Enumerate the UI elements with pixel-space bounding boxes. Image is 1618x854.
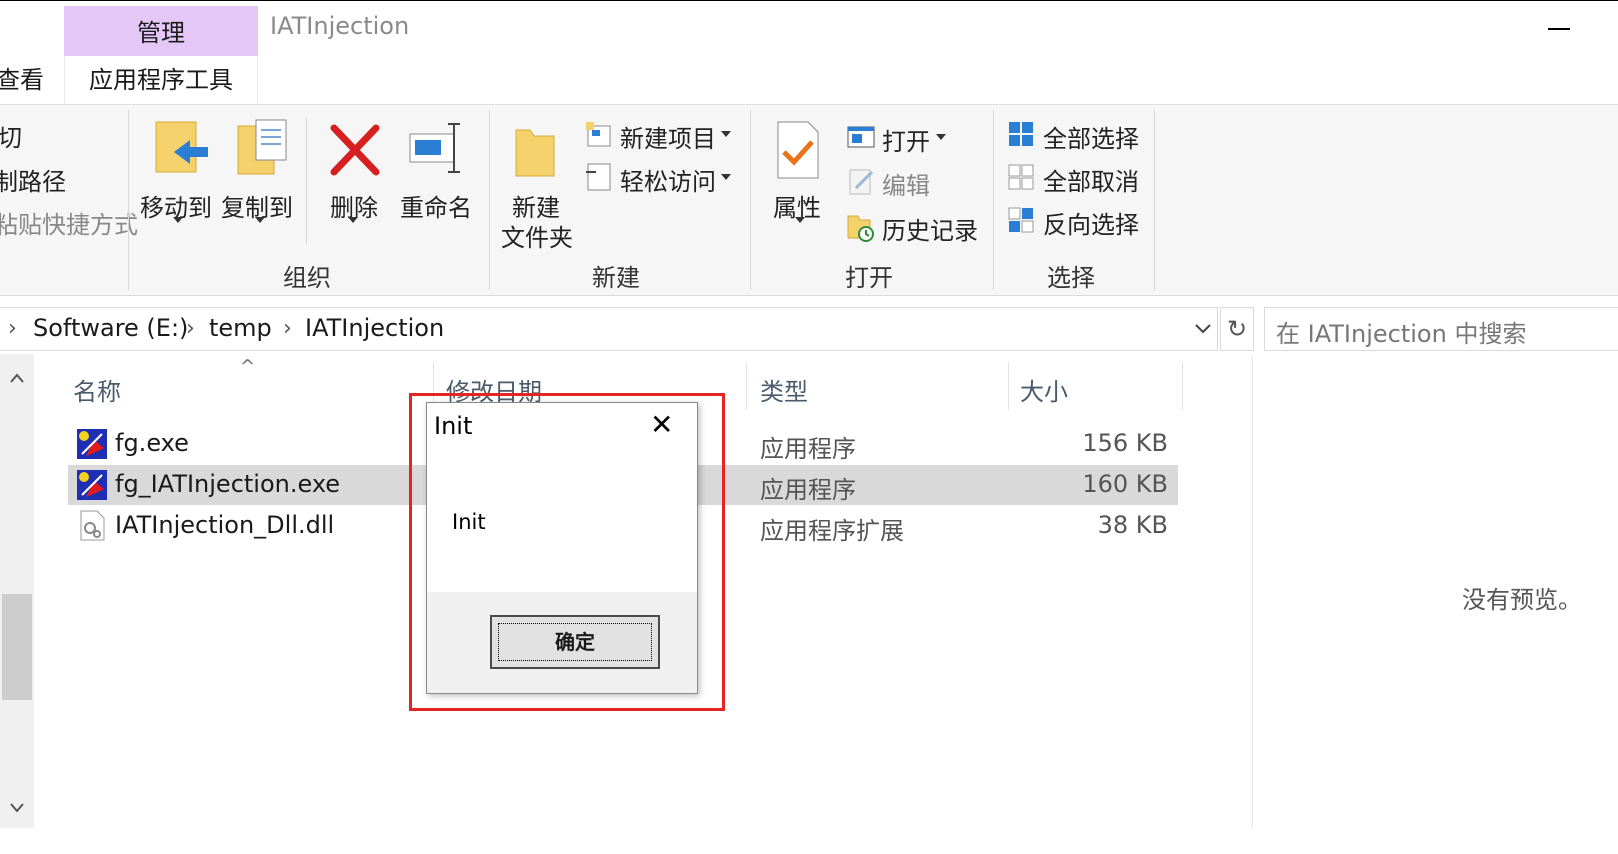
select-all-button[interactable]: 全部选择 (1043, 119, 1139, 154)
rename-button[interactable]: 重命名 (400, 188, 472, 223)
file-name: fg_IATInjection.exe (115, 470, 341, 498)
history-icon (847, 215, 874, 242)
ribbon-divider (489, 110, 490, 290)
file-type: 应用程序 (760, 476, 856, 504)
chevron-right-icon[interactable]: › (8, 316, 17, 341)
breadcrumb-temp[interactable]: temp (209, 314, 272, 342)
scroll-up-icon[interactable] (9, 372, 25, 384)
select-none-icon (1008, 164, 1034, 190)
nav-scrollbar-thumb[interactable] (2, 594, 32, 700)
copy-to-icon (237, 119, 287, 175)
nav-scrollbar[interactable] (0, 354, 34, 828)
paste-shortcut-button[interactable]: 粘贴快捷方式 (0, 205, 138, 240)
highlight-box (409, 393, 725, 711)
group-label-organize: 组织 (283, 264, 331, 292)
group-label-select: 选择 (1047, 264, 1095, 292)
chevron-down-icon (721, 174, 731, 180)
app-exe-icon (77, 429, 107, 459)
file-type: 应用程序扩展 (760, 517, 904, 545)
tab-view[interactable]: 查看 (0, 56, 44, 104)
file-size: 156 KB (1082, 429, 1168, 457)
new-item-button[interactable]: 新建项目 (620, 119, 716, 154)
open-button[interactable]: 打开 (882, 122, 930, 157)
select-none-button[interactable]: 全部取消 (1043, 162, 1139, 197)
column-header-type[interactable]: 类型 (760, 372, 808, 407)
scroll-down-icon[interactable] (9, 802, 25, 814)
rename-icon (409, 123, 460, 173)
delete-icon (330, 124, 380, 176)
minimize-button[interactable] (1548, 28, 1570, 30)
new-folder-label-2[interactable]: 文件夹 (501, 218, 573, 253)
file-size: 38 KB (1097, 511, 1168, 539)
sort-ascending-icon: ^ (240, 356, 256, 377)
chevron-down-icon (936, 134, 946, 140)
breadcrumb-drive[interactable]: Software (E:) (33, 314, 188, 342)
chevron-down-icon (348, 217, 358, 223)
dll-file-icon (80, 510, 105, 541)
ribbon-divider (750, 110, 751, 290)
refresh-button[interactable]: ↻ (1220, 307, 1254, 351)
select-all-icon (1009, 122, 1033, 146)
open-icon (847, 126, 875, 148)
column-header-name[interactable]: 名称 (73, 372, 121, 407)
file-type: 应用程序 (760, 435, 856, 463)
chevron-right-icon[interactable]: › (186, 316, 195, 341)
column-divider[interactable] (746, 362, 747, 410)
easy-access-button[interactable]: 轻松访问 (620, 162, 716, 197)
breadcrumb-current[interactable]: IATInjection (305, 314, 444, 342)
chevron-down-icon (255, 217, 265, 223)
tab-app-tools[interactable]: 应用程序工具 (64, 56, 258, 104)
move-to-icon (155, 121, 208, 173)
easy-access-icon (586, 163, 611, 191)
history-button[interactable]: 历史记录 (882, 211, 978, 246)
preview-pane-divider[interactable] (1252, 356, 1253, 828)
window-title: IATInjection (270, 12, 410, 40)
chevron-down-icon (795, 217, 805, 223)
chevron-down-icon (721, 131, 731, 137)
new-folder-icon (515, 129, 555, 177)
no-preview-text: 没有预览。 (1462, 586, 1582, 614)
chevron-down-icon (173, 217, 183, 223)
chevron-right-icon[interactable]: › (283, 316, 292, 341)
ribbon-divider (128, 110, 129, 290)
ribbon-divider (306, 118, 307, 244)
ribbon-divider (993, 110, 994, 290)
group-label-new: 新建 (592, 264, 640, 292)
app-exe-icon (77, 470, 107, 500)
file-name: IATInjection_Dll.dll (115, 511, 335, 539)
search-placeholder: 在 IATInjection 中搜索 (1276, 320, 1527, 348)
new-item-icon (586, 122, 611, 147)
window-top-border (0, 0, 1618, 1)
file-name: fg.exe (115, 429, 189, 457)
edit-icon (849, 169, 874, 195)
file-size: 160 KB (1082, 470, 1168, 498)
column-divider[interactable] (1182, 362, 1183, 410)
edit-button[interactable]: 编辑 (882, 166, 930, 201)
group-label-open: 打开 (845, 264, 893, 292)
column-divider[interactable] (1008, 362, 1009, 410)
copy-path-button[interactable]: 制路径 (0, 162, 66, 197)
invert-selection-icon (1008, 207, 1034, 233)
cut-button[interactable]: 切 (0, 118, 22, 153)
invert-selection-button[interactable]: 反向选择 (1043, 205, 1139, 240)
properties-icon (777, 121, 819, 179)
address-dropdown-icon[interactable] (1194, 322, 1212, 336)
ribbon-divider (1154, 110, 1155, 290)
context-tab-group-header: 管理 (64, 6, 258, 56)
column-header-size[interactable]: 大小 (1020, 372, 1068, 407)
